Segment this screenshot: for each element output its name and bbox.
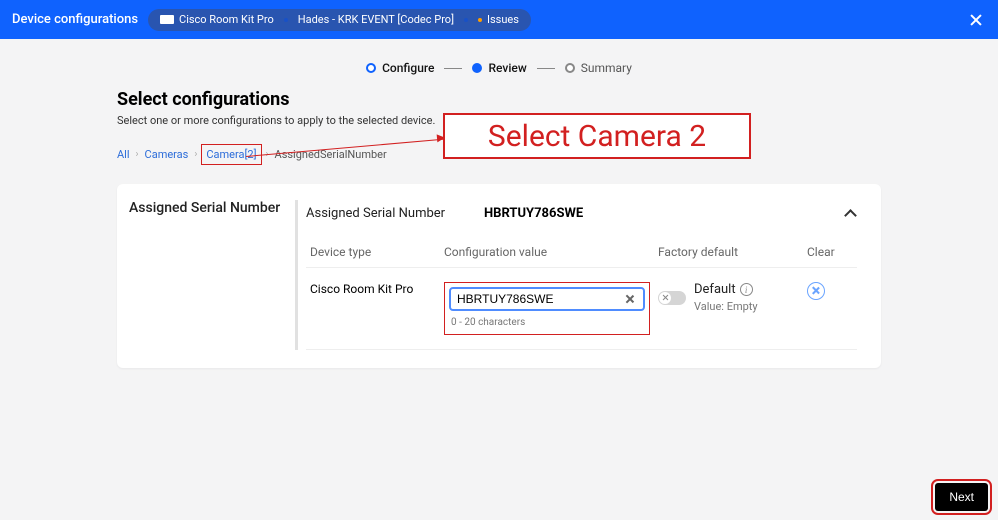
chevron-right-icon: › — [194, 149, 197, 160]
step-connector — [444, 68, 462, 69]
input-hint: 0 - 20 characters — [449, 311, 645, 330]
col-factory-default: Factory default — [658, 245, 790, 259]
col-config-value: Configuration value — [444, 245, 658, 259]
config-input-wrap — [449, 287, 645, 311]
step-label: Summary — [581, 61, 632, 75]
col-clear: Clear — [807, 245, 857, 259]
panel-main: Assigned Serial Number HBRTUY786SWE Devi… — [295, 200, 857, 350]
breadcrumb-camera2[interactable]: Camera[2] — [206, 148, 256, 161]
issues-pill[interactable]: Issues — [478, 13, 519, 26]
annotation-text: Select Camera 2 — [488, 119, 706, 154]
section-heading: Select configurations — [117, 89, 881, 110]
step-label: Configure — [382, 61, 434, 75]
separator-dot — [464, 18, 468, 22]
default-label: Default i — [694, 282, 758, 297]
table-row: Cisco Room Kit Pro 0 - 20 characters — [306, 268, 857, 350]
section-title: Assigned Serial Number — [306, 206, 484, 221]
col-device-type: Device type — [306, 245, 444, 259]
step-label: Review — [488, 61, 526, 75]
close-icon[interactable] — [968, 12, 984, 28]
config-panel: Assigned Serial Number Assigned Serial N… — [117, 184, 881, 368]
annotation-callout: Select Camera 2 — [443, 113, 751, 159]
top-bar: Device configurations Cisco Room Kit Pro… — [0, 0, 998, 39]
cell-clear — [807, 282, 857, 303]
next-button[interactable]: Next — [935, 483, 988, 511]
device-icon — [160, 15, 174, 24]
section-value: HBRTUY786SWE — [484, 206, 583, 221]
step-circle-filled-icon — [472, 63, 482, 73]
cell-device-type: Cisco Room Kit Pro — [306, 282, 444, 296]
step-summary[interactable]: Summary — [565, 61, 632, 75]
step-circle-empty-icon — [565, 63, 575, 73]
breadcrumb-current: AssignedSerialNumber — [275, 148, 387, 161]
chevron-right-icon: › — [136, 149, 139, 160]
clear-row-button[interactable] — [807, 282, 825, 300]
table-header-row: Device type Configuration value Factory … — [306, 235, 857, 268]
context-pill-group: Cisco Room Kit Pro Hades - KRK EVENT [Co… — [148, 9, 531, 31]
breadcrumb-all[interactable]: All — [117, 148, 130, 161]
cell-factory-default: Default i Value: Empty — [658, 282, 790, 313]
issues-dot-icon — [478, 18, 482, 22]
step-circle-icon — [366, 63, 376, 73]
step-review[interactable]: Review — [472, 61, 526, 75]
breadcrumb-cameras[interactable]: Cameras — [145, 148, 189, 161]
issues-label: Issues — [487, 13, 519, 26]
step-connector — [537, 68, 555, 69]
device-model-label: Cisco Room Kit Pro — [179, 13, 274, 26]
chevron-up-icon[interactable] — [843, 207, 857, 221]
step-configure[interactable]: Configure — [366, 61, 434, 75]
wizard-stepper: Configure Review Summary — [0, 39, 998, 89]
device-name-pill: Hades - KRK EVENT [Codec Pro] — [298, 13, 454, 26]
cell-config-value: 0 - 20 characters — [444, 282, 658, 335]
default-sub: Value: Empty — [694, 300, 758, 313]
separator-dot — [284, 18, 288, 22]
info-icon[interactable]: i — [740, 283, 753, 296]
serial-input[interactable] — [457, 292, 623, 306]
device-model-pill: Cisco Room Kit Pro — [160, 13, 274, 26]
page-title: Device configurations — [12, 12, 138, 27]
default-toggle[interactable] — [658, 291, 686, 305]
section-header[interactable]: Assigned Serial Number HBRTUY786SWE — [306, 200, 857, 235]
panel-sidebar-title: Assigned Serial Number — [129, 200, 295, 350]
config-highlight-frame: 0 - 20 characters — [444, 282, 650, 335]
clear-input-icon[interactable] — [623, 292, 637, 306]
